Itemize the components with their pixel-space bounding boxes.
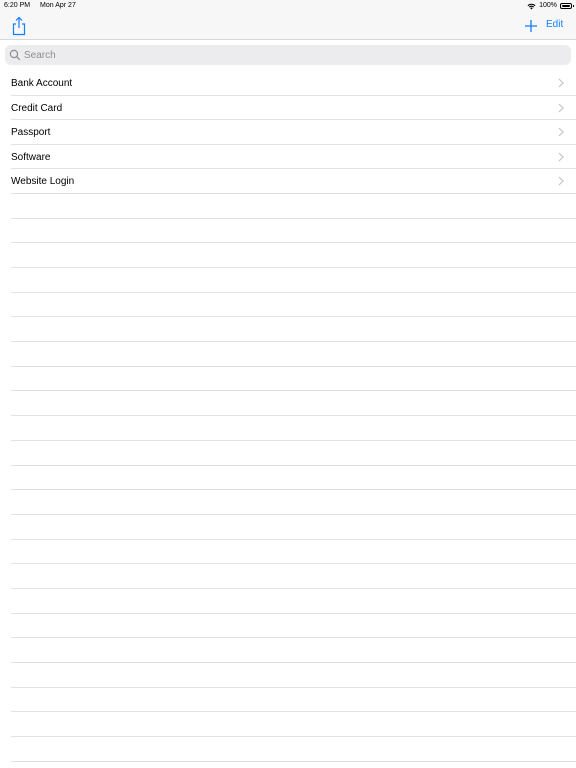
chevron-right-icon <box>558 176 564 186</box>
list-item-label: Credit Card <box>11 102 63 114</box>
chevron-right-icon <box>558 78 564 88</box>
navigation-bar: Edit <box>0 12 576 40</box>
list-item-label: Website Login <box>11 176 75 188</box>
status-left: 6:20 PM Mon Apr 27 <box>4 0 84 12</box>
list-item-label: Software <box>11 151 51 163</box>
list-item-credit-card[interactable]: Credit Card <box>11 96 576 121</box>
empty-row <box>11 688 576 713</box>
empty-row <box>11 317 576 343</box>
empty-row <box>11 490 576 515</box>
empty-row <box>11 391 576 417</box>
list-item-passport[interactable]: Passport <box>11 120 576 145</box>
share-icon[interactable] <box>10 16 28 36</box>
list-item-website-login[interactable]: Website Login <box>11 169 576 194</box>
wifi-icon <box>527 3 536 9</box>
empty-row <box>11 367 576 392</box>
empty-row <box>11 589 576 614</box>
chevron-right-icon <box>558 127 564 137</box>
list-item-software[interactable]: Software <box>11 145 576 170</box>
chevron-right-icon <box>558 152 564 162</box>
battery-percent: 100% <box>539 2 557 9</box>
list-item-bank-account[interactable]: Bank Account <box>11 71 576 96</box>
edit-button[interactable]: Edit <box>546 18 563 32</box>
empty-row <box>11 466 576 491</box>
status-time: 6:20 PM <box>4 2 31 9</box>
empty-row <box>11 219 576 244</box>
empty-row <box>11 614 576 639</box>
empty-row <box>11 293 576 318</box>
empty-row <box>11 441 576 466</box>
empty-row <box>11 194 576 219</box>
status-date: Mon Apr 27 <box>40 2 76 9</box>
empty-row <box>11 268 576 293</box>
empty-row <box>11 737 576 762</box>
status-right: 100% <box>527 0 574 12</box>
empty-row <box>11 540 576 565</box>
empty-row <box>11 712 576 738</box>
search-field[interactable] <box>5 45 571 65</box>
list-item-label: Passport <box>11 127 51 139</box>
status-bar: 6:20 PM Mon Apr 27 100% <box>0 0 576 12</box>
empty-row <box>11 663 576 688</box>
search-icon <box>9 49 21 61</box>
empty-row <box>11 243 576 269</box>
empty-row <box>11 564 576 589</box>
template-list: Bank Account Credit Card Passport Softwa… <box>0 71 576 762</box>
battery-icon <box>560 3 574 9</box>
list-item-label: Bank Account <box>11 78 73 89</box>
empty-rows <box>0 194 576 762</box>
empty-row <box>11 342 576 367</box>
chevron-right-icon <box>558 103 564 113</box>
search-bar <box>0 40 576 70</box>
plus-icon[interactable] <box>522 17 540 35</box>
empty-row <box>11 416 576 441</box>
search-input[interactable] <box>24 49 544 61</box>
empty-row <box>11 638 576 664</box>
battery-level <box>562 5 570 7</box>
empty-row <box>11 515 576 540</box>
